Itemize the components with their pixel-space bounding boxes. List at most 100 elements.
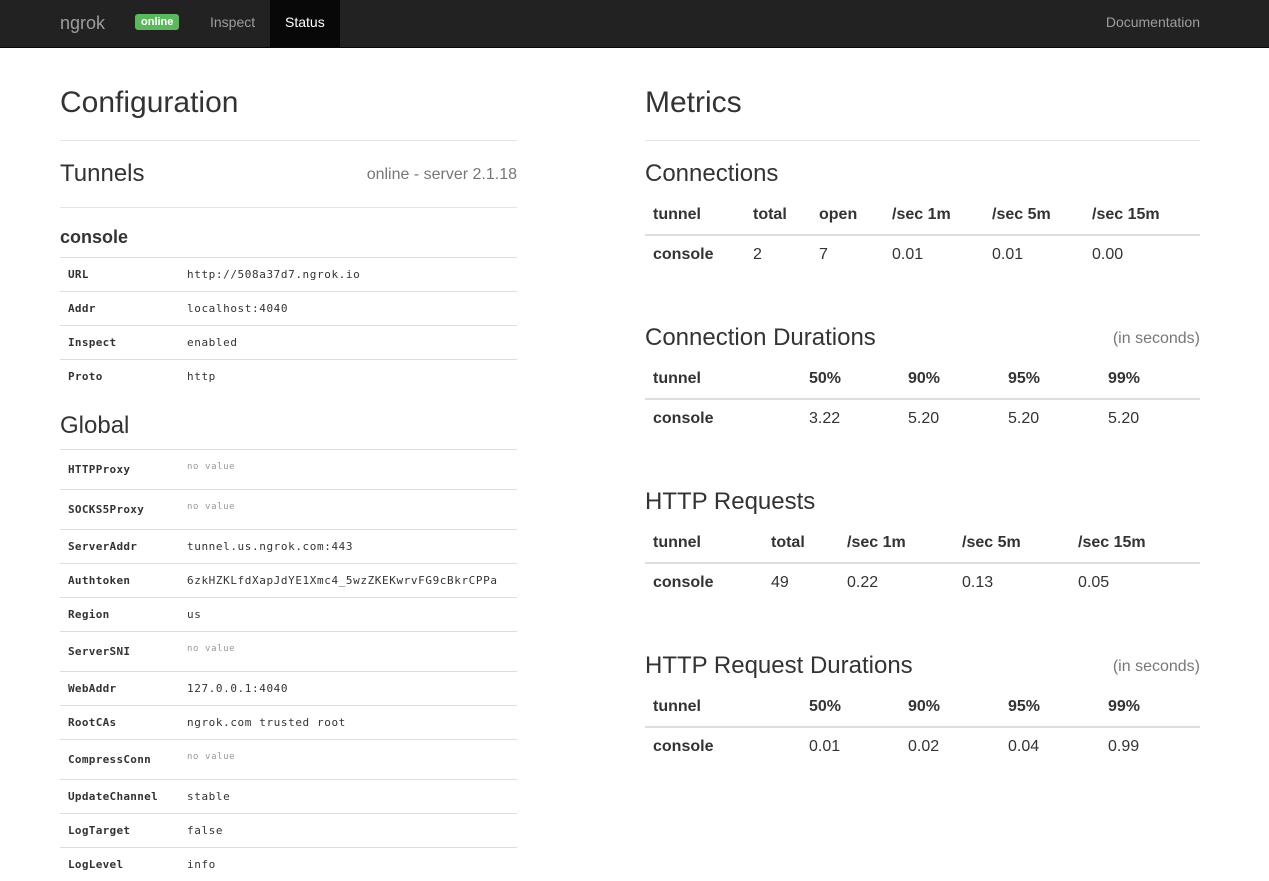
metric-value-cell: 0.13 [954, 563, 1070, 602]
column-header: 50% [801, 360, 900, 399]
config-key: RootCAs [60, 706, 179, 740]
config-key: UpdateChannel [60, 780, 179, 814]
tunnel-name-cell: console [645, 235, 745, 274]
column-header: 90% [900, 360, 1000, 399]
config-key: Inspect [60, 326, 179, 360]
column-header: /sec 5m [954, 524, 1070, 563]
config-value: us [179, 598, 517, 632]
tunnel-name-cell: console [645, 399, 801, 438]
http-requests-table: tunneltotal/sec 1m/sec 5m/sec 15mconsole… [645, 524, 1200, 602]
connection-durations-table: tunnel50%90%95%99%console3.225.205.205.2… [645, 360, 1200, 438]
config-row: LogLevelinfo [60, 848, 517, 881]
tunnels-title: Tunnels [60, 160, 145, 188]
config-key: HTTPProxy [60, 450, 179, 490]
column-header: 50% [801, 688, 900, 727]
config-key: WebAddr [60, 672, 179, 706]
nav-inspect-link[interactable]: Inspect [195, 0, 270, 47]
column-header: 95% [1000, 360, 1100, 399]
divider [60, 207, 517, 208]
nav-documentation-link[interactable]: Documentation [1106, 0, 1200, 47]
config-row: Addrlocalhost:4040 [60, 292, 517, 326]
config-row: SOCKS5Proxyno value [60, 490, 517, 530]
config-value: no value [179, 490, 517, 530]
metric-value-cell: 0.02 [900, 727, 1000, 766]
config-key: Proto [60, 360, 179, 394]
metric-value-cell: 5.20 [1100, 399, 1200, 438]
config-value: http [179, 360, 517, 394]
metric-value-cell: 3.22 [801, 399, 900, 438]
config-key: URL [60, 258, 179, 292]
metric-value-cell: 49 [763, 563, 839, 602]
config-value: 127.0.0.1:4040 [179, 672, 517, 706]
config-key: LogLevel [60, 848, 179, 881]
column-header: /sec 15m [1084, 196, 1200, 235]
config-row: ServerAddrtunnel.us.ngrok.com:443 [60, 530, 517, 564]
top-navbar: ngrok online Inspect Status Documentatio… [0, 0, 1269, 48]
column-header: 90% [900, 688, 1000, 727]
config-row: HTTPProxyno value [60, 450, 517, 490]
table-row: console0.010.020.040.99 [645, 727, 1200, 766]
config-value: no value [179, 740, 517, 780]
column-header: 95% [1000, 688, 1100, 727]
column-header: total [745, 196, 811, 235]
tunnel-name-heading: console [60, 227, 128, 248]
http-request-durations-unit-note: (in seconds) [1113, 658, 1200, 676]
config-value: info [179, 848, 517, 881]
metric-value-cell: 0.22 [839, 563, 954, 602]
config-value: false [179, 814, 517, 848]
config-row: CompressConnno value [60, 740, 517, 780]
config-row: RootCAsngrok.com trusted root [60, 706, 517, 740]
tunnels-server-status: online - server 2.1.18 [367, 166, 517, 184]
column-header: /sec 5m [984, 196, 1084, 235]
config-value: enabled [179, 326, 517, 360]
config-row: Inspectenabled [60, 326, 517, 360]
config-key: Addr [60, 292, 179, 326]
table-row: console490.220.130.05 [645, 563, 1200, 602]
metric-value-cell: 0.04 [1000, 727, 1100, 766]
column-header: 99% [1100, 360, 1200, 399]
config-key: Region [60, 598, 179, 632]
column-header: /sec 1m [839, 524, 954, 563]
metric-value-cell: 0.00 [1084, 235, 1200, 274]
column-header: tunnel [645, 196, 745, 235]
divider [645, 140, 1200, 141]
connection-durations-unit-note: (in seconds) [1113, 330, 1200, 348]
config-value: tunnel.us.ngrok.com:443 [179, 530, 517, 564]
column-header: total [763, 524, 839, 563]
tunnel-name-cell: console [645, 563, 763, 602]
config-key: LogTarget [60, 814, 179, 848]
config-row: UpdateChannelstable [60, 780, 517, 814]
tunnel-name-cell: console [645, 727, 801, 766]
column-header: open [811, 196, 884, 235]
metric-value-cell: 2 [745, 235, 811, 274]
config-row: Protohttp [60, 360, 517, 394]
column-header: tunnel [645, 360, 801, 399]
connection-durations-title: Connection Durations [645, 324, 876, 352]
config-row: WebAddr127.0.0.1:4040 [60, 672, 517, 706]
status-badge: online [135, 14, 179, 30]
nav-status-link[interactable]: Status [270, 0, 340, 47]
http-requests-title: HTTP Requests [645, 488, 815, 516]
config-value: no value [179, 632, 517, 672]
tunnel-config-table: URLhttp://508a37d7.ngrok.ioAddrlocalhost… [60, 257, 517, 393]
config-value: ngrok.com trusted root [179, 706, 517, 740]
column-header: tunnel [645, 688, 801, 727]
metric-value-cell: 5.20 [1000, 399, 1100, 438]
metric-value-cell: 5.20 [900, 399, 1000, 438]
config-row: LogTargetfalse [60, 814, 517, 848]
config-value: stable [179, 780, 517, 814]
table-row: console270.010.010.00 [645, 235, 1200, 274]
column-header: /sec 1m [884, 196, 984, 235]
config-key: SOCKS5Proxy [60, 490, 179, 530]
config-row: URLhttp://508a37d7.ngrok.io [60, 258, 517, 292]
config-key: Authtoken [60, 564, 179, 598]
metric-value-cell: 0.01 [801, 727, 900, 766]
config-key: CompressConn [60, 740, 179, 780]
metric-value-cell: 0.01 [984, 235, 1084, 274]
config-row: Authtoken6zkHZKLfdXapJdYE1Xmc4_5wzZKEKwr… [60, 564, 517, 598]
connections-table: tunneltotalopen/sec 1m/sec 5m/sec 15mcon… [645, 196, 1200, 274]
table-row: console3.225.205.205.20 [645, 399, 1200, 438]
brand-logo[interactable]: ngrok [60, 13, 105, 34]
global-config-table: HTTPProxyno valueSOCKS5Proxyno valueServ… [60, 449, 517, 881]
metric-value-cell: 0.01 [884, 235, 984, 274]
